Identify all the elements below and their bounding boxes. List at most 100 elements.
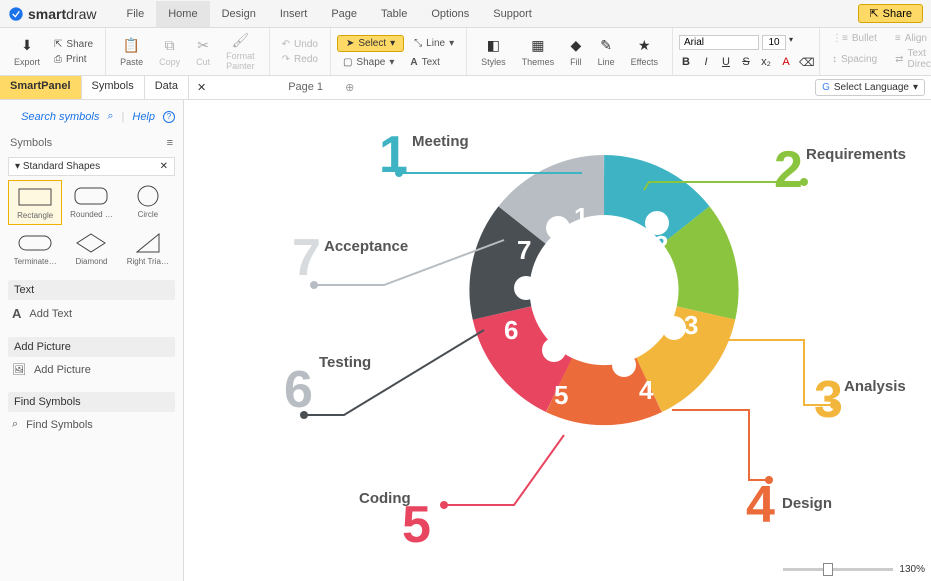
callout-lbl-7: Acceptance [324,238,408,255]
ribbon: ⬇Export ⇱Share ⎙Print 📋Paste ⧉Copy ✂Cut … [0,28,931,76]
callout-lbl-2: Requirements [806,146,906,163]
shape-terminate[interactable]: Terminate… [8,227,62,270]
paste-button[interactable]: 📋Paste [112,32,151,71]
add-page-button[interactable]: ⊕ [337,77,362,98]
shape-rectangle[interactable]: Rectangle [8,180,62,225]
pen-icon: ✎ [600,37,612,55]
line-tool[interactable]: ⤡Line▾ [408,35,460,52]
logo-light: draw [66,6,96,22]
font-size-input[interactable] [762,35,786,50]
drawing-canvas[interactable]: 1 2 3 4 5 6 7 1 2 3 [184,100,931,581]
underline-button[interactable]: U [719,56,733,69]
spacing-icon: ↕ [832,54,837,65]
help-icon[interactable]: ? [163,111,175,123]
copy-button[interactable]: ⧉Copy [151,32,188,71]
font-color-button[interactable]: A [779,56,793,69]
fill-button[interactable]: ◆Fill [562,32,590,71]
left-sidebar: Search symbols ⌕ | Help ? Symbols ≡ ▾ St… [0,100,184,581]
clear-format-button[interactable]: ⌫ [799,56,813,69]
ribbon-share[interactable]: ⇱Share [48,38,99,51]
callout-lbl-1: Meeting [412,133,469,150]
themes-icon: ▦ [531,37,544,55]
find-section-head: Find Symbols [8,392,175,412]
line-style-button[interactable]: ✎Line [590,32,623,71]
menu-page[interactable]: Page [319,1,369,27]
font-family-select[interactable] [679,35,759,50]
shape-triangle[interactable]: Right Tria… [121,227,175,270]
chevron-down-icon: ▾ [390,38,395,49]
logo-bold: smart [28,6,66,22]
chevron-down-icon[interactable]: ▾ [789,35,793,50]
subscript-button[interactable]: x₂ [759,56,773,69]
share-label: Share [883,8,912,20]
search-symbols-link[interactable]: Search symbols [21,111,99,123]
direction-button[interactable]: ⇄Text Direction [889,47,931,71]
undo-button[interactable]: ↶Undo [276,38,324,51]
bold-button[interactable]: B [679,56,693,69]
search-icon[interactable]: ⌕ [107,110,113,123]
share-icon: ⇱ [869,7,878,20]
shape-circle[interactable]: Circle [121,180,175,225]
bullet-button[interactable]: ⋮≡Bullet [826,32,883,45]
menu-file[interactable]: File [115,1,157,27]
add-text-button[interactable]: AAdd Text [8,300,175,327]
callout-num-4: 4 [746,475,775,535]
italic-button[interactable]: I [699,56,713,69]
format-painter-button[interactable]: 🖌Format Painter [218,32,263,71]
menu-options[interactable]: Options [419,1,481,27]
callout-num-1: 1 [379,125,408,185]
shape-rounded[interactable]: Rounded … [64,180,118,225]
cut-button[interactable]: ✂Cut [188,32,218,71]
logo-icon [8,6,24,22]
menu-design[interactable]: Design [210,1,268,27]
add-picture-button[interactable]: 🖼Add Picture [8,357,175,382]
close-panel-button[interactable]: ✕ [189,77,214,98]
find-symbols-button[interactable]: ⌕Find Symbols [8,412,175,437]
shape-diamond[interactable]: Diamond [64,227,118,270]
shape-category[interactable]: ▾ Standard Shapes ✕ [8,157,175,176]
strike-button[interactable]: S [739,56,753,69]
text-tool[interactable]: AText [404,56,446,69]
effects-button[interactable]: ★Effects [623,32,666,71]
undo-icon: ↶ [282,39,290,50]
chevron-down-icon: ▾ [389,57,394,68]
callout-num-6: 6 [284,360,313,420]
align-button[interactable]: ≡Align [889,32,931,45]
line-icon: ⤡ [414,38,422,49]
redo-icon: ↷ [282,54,290,65]
shape-tool[interactable]: ▢Shape▾ [337,56,400,69]
styles-button[interactable]: ◧Styles [473,32,514,71]
zoom-slider[interactable] [783,568,893,571]
help-link[interactable]: Help [132,111,155,123]
select-tool[interactable]: ➤Select▾ [337,35,404,52]
print-icon: ⎙ [54,54,62,65]
fill-icon: ◆ [571,37,582,55]
tab-smartpanel[interactable]: SmartPanel [0,76,82,99]
menu-insert[interactable]: Insert [268,1,320,27]
tab-symbols[interactable]: Symbols [82,76,145,99]
align-icon: ≡ [895,33,901,44]
callout-num-7: 7 [292,228,321,288]
app-logo[interactable]: smartdraw [8,6,97,22]
themes-button[interactable]: ▦Themes [514,32,563,71]
text-section-head: Text [8,280,175,300]
close-icon[interactable]: ✕ [160,161,168,172]
search-icon: ⌕ [12,418,18,431]
menu-icon[interactable]: ≡ [167,137,173,149]
export-button[interactable]: ⬇Export [6,32,48,71]
symbols-heading: Symbols [10,137,52,149]
chevron-down-icon: ▾ [449,38,454,49]
menu-home[interactable]: Home [156,1,209,27]
page-tab-1[interactable]: Page 1 [274,77,337,99]
language-selector[interactable]: G Select Language ▾ [815,79,925,96]
menu-table[interactable]: Table [369,1,419,27]
share-button[interactable]: ⇱ Share [858,4,923,23]
spacing-button[interactable]: ↕Spacing [826,47,883,71]
redo-button[interactable]: ↷Redo [276,53,324,66]
tab-data[interactable]: Data [145,76,189,99]
text-icon: A [410,57,417,68]
ribbon-print[interactable]: ⎙Print [48,53,99,66]
menu-support[interactable]: Support [481,1,544,27]
zoom-value: 130% [899,564,925,575]
styles-icon: ◧ [487,37,500,55]
